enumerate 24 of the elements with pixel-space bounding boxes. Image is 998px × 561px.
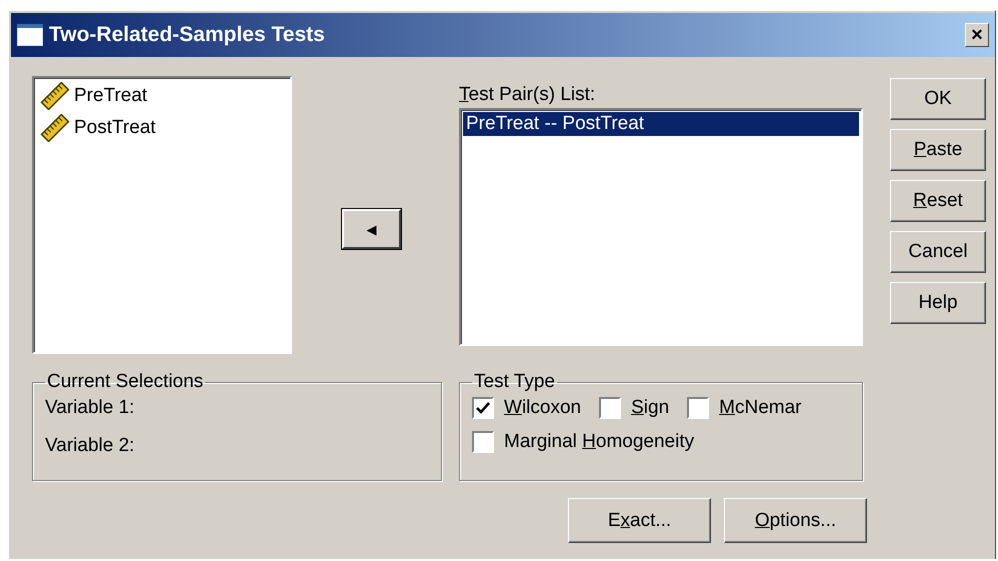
window-title: Two-Related-Samples Tests: [49, 23, 326, 47]
dialog-button[interactable]: Paste: [890, 129, 986, 171]
check-icon: [476, 402, 490, 414]
group-title: Test Type: [473, 371, 556, 393]
variable-item[interactable]: PreTreat: [74, 85, 148, 107]
dialog-button[interactable]: Exact...: [568, 498, 711, 543]
dialog-button[interactable]: Help: [890, 282, 986, 324]
close-button[interactable]: ×: [965, 23, 989, 47]
group-title: Current Selections: [46, 371, 204, 393]
dialog-button[interactable]: Reset: [890, 180, 986, 222]
move-button[interactable]: ◀: [342, 209, 401, 249]
test-checkbox[interactable]: Sign: [599, 397, 670, 419]
pair-item[interactable]: PreTreat -- PostTreat: [463, 112, 859, 136]
window-icon: [17, 24, 43, 46]
test-checkbox[interactable]: Wilcoxon: [472, 397, 582, 419]
dialog-button[interactable]: OK: [890, 78, 986, 120]
test-checkbox[interactable]: Marginal Homogeneity: [472, 431, 694, 453]
dialog-button[interactable]: Options...: [724, 498, 867, 543]
variable-label: Variable 1:: [45, 397, 136, 419]
dialog-button[interactable]: Cancel: [890, 231, 986, 273]
pairs-label: Test Pair(s) List:: [459, 84, 596, 106]
test-checkbox[interactable]: McNemar: [687, 397, 802, 419]
variable-label: Variable 2:: [45, 435, 136, 457]
variable-item[interactable]: PostTreat: [74, 117, 156, 139]
